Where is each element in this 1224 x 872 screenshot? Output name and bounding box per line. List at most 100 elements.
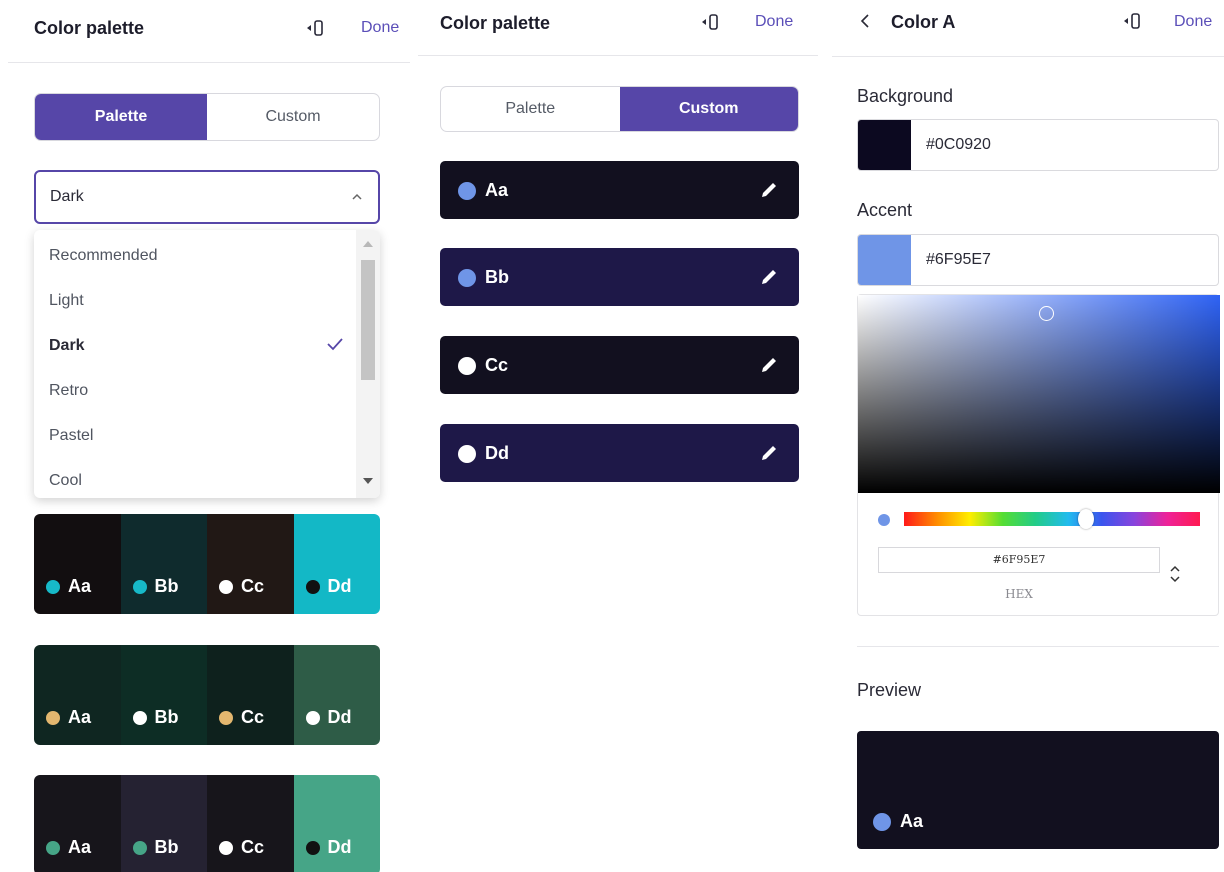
color-palette-custom-panel: Color palette Done Palette Custom Aa Bb Cc…: [418, 0, 818, 872]
palette-swatch: Dd: [293, 645, 380, 745]
palette-card[interactable]: Aa Bb Cc Dd: [34, 645, 380, 745]
done-button[interactable]: Done: [361, 19, 399, 37]
swatch-chip: Cc: [219, 707, 264, 728]
menu-item-pastel[interactable]: Pastel: [34, 413, 356, 458]
color-dot: [46, 710, 60, 725]
preview-card: Aa: [857, 731, 1219, 849]
done-button[interactable]: Done: [755, 13, 793, 31]
color-chip: Dd: [458, 443, 509, 464]
menu-item-label: Pastel: [49, 426, 94, 444]
swatch-chip: Bb: [132, 837, 179, 858]
scroll-thumb[interactable]: [361, 260, 375, 380]
color-chip: Aa: [458, 180, 508, 201]
format-stepper-icon[interactable]: [1167, 561, 1183, 587]
menu-item-label: Cool: [49, 471, 82, 489]
menu-item-label: Light: [49, 291, 84, 309]
edit-pencil-icon[interactable]: [759, 443, 779, 463]
accent-swatch[interactable]: [858, 235, 911, 285]
color-picker: #6F95E7 HEX: [857, 294, 1220, 616]
swatch-chip: Bb: [132, 576, 179, 597]
palette-swatch: Bb: [120, 514, 207, 614]
current-color-dot: [878, 514, 890, 526]
color-label: Bb: [485, 267, 509, 287]
custom-color-row[interactable]: Cc: [440, 336, 799, 394]
color-label: Aa: [485, 180, 509, 200]
palette-card[interactable]: Aa Bb Cc Dd: [34, 775, 380, 872]
tab-custom[interactable]: Custom: [619, 87, 798, 131]
swatch-label: Aa: [68, 576, 92, 596]
color-dot: [219, 579, 233, 594]
menu-item-cool[interactable]: Cool: [34, 458, 356, 498]
menu-scrollbar[interactable]: [356, 230, 380, 498]
menu-item-recommended[interactable]: Recommended: [34, 233, 356, 278]
menu-item-light[interactable]: Light: [34, 278, 356, 323]
header-divider: [8, 62, 410, 63]
color-dot: [305, 579, 320, 594]
background-swatch[interactable]: [858, 120, 911, 170]
mobile-preview-icon[interactable]: [700, 11, 722, 33]
page-title: Color A: [891, 12, 956, 32]
scroll-up-arrow-icon[interactable]: [363, 241, 373, 247]
hue-slider-handle[interactable]: [1078, 509, 1094, 529]
select-value: Dark: [50, 188, 84, 205]
custom-color-row[interactable]: Dd: [440, 424, 799, 482]
swatch-label: Aa: [68, 837, 92, 857]
color-dot: [458, 268, 476, 287]
menu-item-label: Dark: [49, 336, 85, 354]
header: Color A Done: [832, 0, 1224, 58]
swatch-label: Bb: [154, 576, 179, 596]
palette-swatch: Dd: [293, 775, 380, 872]
tab-palette[interactable]: Palette: [441, 87, 620, 131]
edit-pencil-icon[interactable]: [759, 180, 779, 200]
palette-swatch: Aa: [34, 775, 121, 872]
menu-item-label: Retro: [49, 381, 89, 399]
color-dot: [219, 840, 233, 855]
hue-slider[interactable]: [904, 512, 1200, 526]
color-dot: [305, 840, 320, 855]
menu-item-retro[interactable]: Retro: [34, 368, 356, 413]
color-label: Cc: [485, 355, 509, 375]
color-dot: [46, 840, 60, 855]
section-divider: [857, 646, 1219, 647]
mobile-preview-icon[interactable]: [1122, 10, 1144, 32]
scroll-down-arrow-icon[interactable]: [363, 478, 373, 484]
swatch-label: Bb: [154, 837, 179, 857]
saturation-handle[interactable]: [1039, 306, 1054, 321]
swatch-chip: Dd: [305, 837, 352, 858]
color-dot: [132, 579, 147, 594]
edit-pencil-icon[interactable]: [759, 355, 779, 375]
format-label: HEX: [1005, 587, 1033, 601]
palette-card[interactable]: Aa Bb Cc Dd: [34, 514, 380, 614]
custom-color-row[interactable]: Bb: [440, 248, 799, 306]
tab-custom[interactable]: Custom: [207, 94, 379, 140]
palette-theme-select[interactable]: Dark: [34, 170, 380, 224]
back-chevron-icon[interactable]: [858, 13, 872, 29]
swatch-label: Cc: [241, 837, 265, 857]
header: Color palette Done: [0, 0, 410, 63]
background-hex-value: #0C0920: [926, 136, 991, 153]
chevron-up-icon: [352, 193, 362, 200]
color-dot: [219, 710, 233, 725]
color-dot: [458, 181, 476, 200]
mobile-preview-icon[interactable]: [305, 17, 327, 39]
background-color-field[interactable]: #0C0920: [857, 119, 1219, 171]
tab-palette[interactable]: Palette: [35, 94, 207, 140]
palette-swatch: Cc: [207, 775, 294, 872]
page-title: Color palette: [34, 18, 145, 38]
accent-color-field[interactable]: #6F95E7: [857, 234, 1219, 286]
swatch-chip: Aa: [46, 576, 91, 597]
preview-label: Preview: [857, 680, 922, 700]
palette-swatch: Cc: [207, 514, 294, 614]
palette-custom-toggle: Palette Custom: [440, 86, 799, 132]
swatch-chip: Aa: [46, 837, 91, 858]
menu-item-dark[interactable]: Dark: [34, 323, 356, 368]
swatch-chip: Dd: [305, 707, 352, 728]
done-button[interactable]: Done: [1174, 13, 1212, 31]
swatch-label: Dd: [327, 576, 352, 596]
color-dot: [458, 356, 476, 375]
preview-chip: Aa: [873, 811, 923, 832]
edit-pencil-icon[interactable]: [759, 267, 779, 287]
custom-color-row[interactable]: Aa: [440, 161, 799, 219]
saturation-value-area[interactable]: [858, 295, 1220, 493]
hex-input[interactable]: #6F95E7: [878, 547, 1160, 573]
